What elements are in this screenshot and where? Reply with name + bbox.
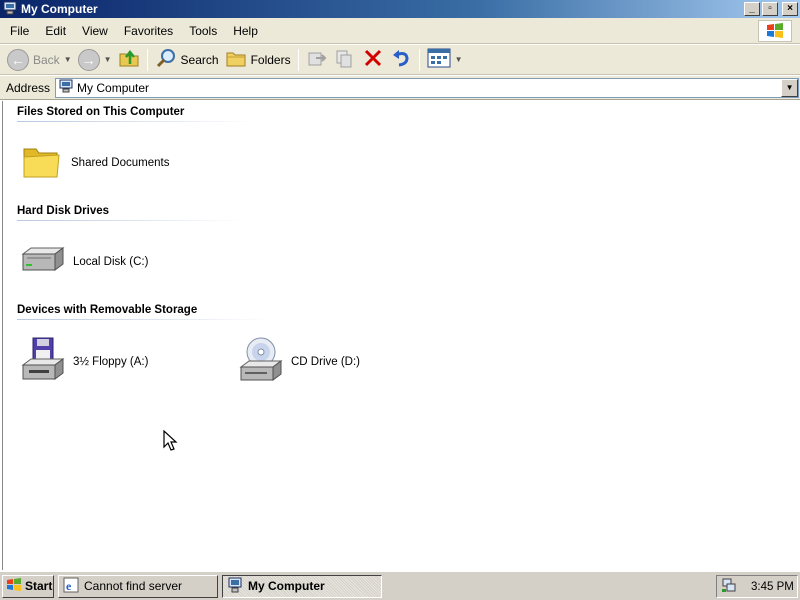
- internet-explorer-icon: e: [63, 577, 79, 596]
- close-button[interactable]: ×: [782, 2, 798, 16]
- group-header-files-stored: Files Stored on This Computer: [17, 106, 185, 118]
- computer-icon: [227, 577, 243, 596]
- group-header-hard-disk-drives: Hard Disk Drives: [17, 205, 110, 217]
- item-label: 3½ Floppy (A:): [73, 355, 149, 368]
- clock[interactable]: 3:45 PM: [751, 581, 794, 593]
- copy-to-button[interactable]: [331, 47, 359, 73]
- delete-button[interactable]: [359, 47, 387, 73]
- search-icon: [155, 47, 177, 72]
- address-bar: Address My Computer ▼: [0, 76, 800, 100]
- search-label: Search: [180, 52, 219, 67]
- windows-logo-icon: [6, 577, 22, 595]
- item-label: Local Disk (C:): [73, 255, 149, 268]
- item-local-disk-c[interactable]: Local Disk (C:): [19, 240, 148, 283]
- undo-button[interactable]: [387, 47, 415, 73]
- hard-disk-icon: [19, 240, 65, 283]
- toolbar: ← Back ▼ → ▼ Search Folders ▼: [0, 45, 800, 75]
- folders-icon: [225, 47, 247, 72]
- group-divider: [17, 319, 273, 320]
- item-floppy-a[interactable]: 3½ Floppy (A:): [19, 337, 148, 386]
- menu-edit[interactable]: Edit: [37, 24, 74, 38]
- taskbar-button-my-computer[interactable]: My Computer: [222, 574, 382, 598]
- windows-logo-icon: [758, 20, 792, 42]
- svg-text:e: e: [66, 579, 72, 593]
- address-value: My Computer: [77, 80, 150, 95]
- move-to-icon: [306, 47, 328, 72]
- menu-file[interactable]: File: [0, 24, 37, 38]
- folder-icon: [21, 141, 63, 184]
- task-label: My Computer: [248, 579, 325, 593]
- mouse-cursor-icon: [163, 429, 179, 455]
- maximize-button[interactable]: ▫: [762, 2, 778, 16]
- taskbar: Start e Cannot find server My Computer 3…: [0, 571, 800, 600]
- minimize-button[interactable]: _: [744, 2, 760, 16]
- address-field[interactable]: My Computer ▼: [55, 77, 800, 98]
- back-arrow-icon: ←: [7, 48, 29, 71]
- title-bar[interactable]: My Computer _ ▫ ×: [0, 0, 800, 18]
- forward-dropdown-icon[interactable]: ▼: [104, 55, 112, 64]
- start-button[interactable]: Start: [2, 574, 54, 598]
- back-label: Back: [33, 52, 60, 67]
- menu-tools[interactable]: Tools: [181, 24, 225, 38]
- folders-button[interactable]: Folders: [222, 47, 294, 73]
- cd-drive-icon: [237, 337, 283, 386]
- item-label: CD Drive (D:): [291, 355, 360, 368]
- move-to-button[interactable]: [303, 47, 331, 73]
- up-button[interactable]: [115, 47, 143, 73]
- folder-up-icon: [118, 47, 140, 72]
- menu-view[interactable]: View: [74, 24, 116, 38]
- toolbar-separator: [297, 48, 299, 71]
- group-divider: [17, 121, 257, 122]
- window-title: My Computer: [21, 2, 98, 16]
- computer-icon: [3, 1, 17, 18]
- menu-favorites[interactable]: Favorites: [116, 24, 181, 38]
- group-header-removable-storage: Devices with Removable Storage: [17, 304, 198, 316]
- menu-bar: File Edit View Favorites Tools Help: [0, 18, 800, 44]
- task-label: Cannot find server: [84, 579, 183, 593]
- folders-label: Folders: [250, 52, 291, 67]
- toolbar-separator: [418, 48, 420, 71]
- delete-icon: [362, 47, 384, 72]
- taskbar-button-cannot-find-server[interactable]: e Cannot find server: [58, 574, 218, 598]
- search-button[interactable]: Search: [152, 47, 222, 73]
- address-dropdown-button[interactable]: ▼: [781, 78, 799, 97]
- back-button[interactable]: ← Back ▼: [4, 47, 75, 73]
- item-label: Shared Documents: [71, 156, 170, 169]
- system-tray: 3:45 PM: [716, 575, 798, 598]
- group-divider: [17, 220, 243, 221]
- undo-icon: [390, 47, 412, 72]
- menu-help[interactable]: Help: [225, 24, 266, 38]
- computer-icon: [59, 79, 73, 96]
- back-dropdown-icon[interactable]: ▼: [64, 55, 72, 64]
- toolbar-separator: [146, 48, 148, 71]
- copy-to-icon: [334, 47, 356, 72]
- views-button[interactable]: ▼: [424, 47, 466, 73]
- network-icon[interactable]: [721, 577, 737, 596]
- item-shared-documents[interactable]: Shared Documents: [21, 141, 169, 184]
- forward-button[interactable]: → ▼: [75, 47, 115, 73]
- views-dropdown-icon[interactable]: ▼: [455, 55, 463, 64]
- forward-arrow-icon: →: [77, 48, 100, 71]
- address-label: Address: [6, 80, 51, 95]
- start-label: Start: [25, 579, 53, 593]
- floppy-drive-icon: [19, 337, 65, 386]
- views-icon: [427, 48, 451, 71]
- item-cd-drive-d[interactable]: CD Drive (D:): [237, 337, 360, 386]
- file-list-view[interactable]: Files Stored on This Computer Shared Doc…: [2, 101, 798, 570]
